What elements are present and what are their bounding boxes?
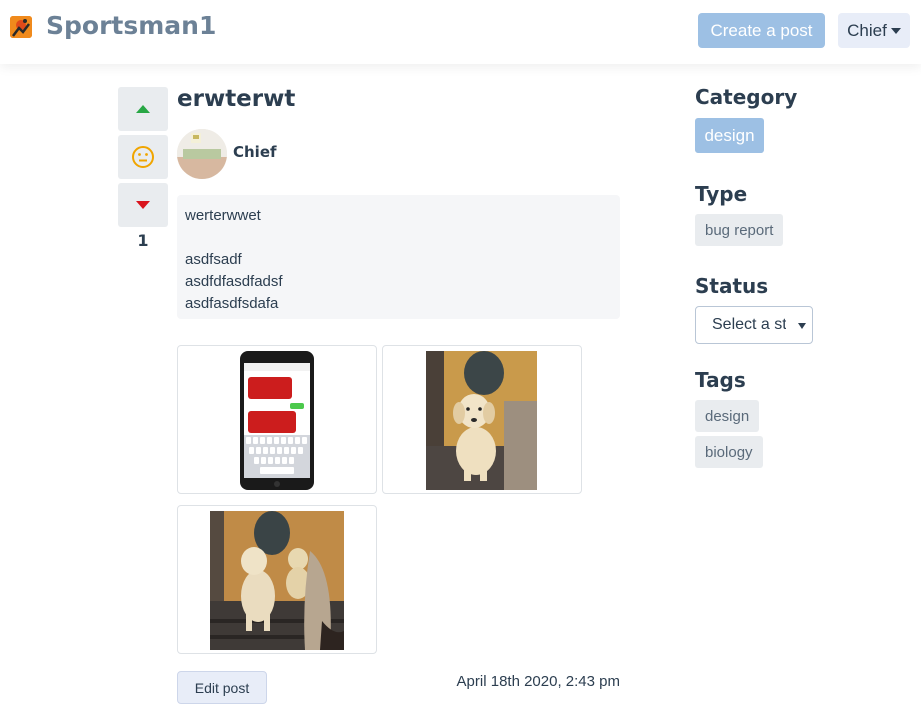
chevron-down-icon — [798, 323, 806, 329]
body-line: asdfsadf — [185, 251, 242, 268]
phone-screenshot-image — [240, 351, 314, 490]
downvote-button[interactable] — [118, 183, 168, 227]
author-name[interactable]: Chief — [233, 143, 277, 161]
tag-badge[interactable]: design — [695, 400, 760, 432]
category-badge[interactable]: design — [695, 118, 764, 153]
body-line: werterwwet — [185, 207, 261, 224]
tags-heading: Tags — [695, 368, 746, 392]
type-badge: bug report — [695, 214, 784, 246]
neutral-vote-button[interactable] — [118, 135, 168, 179]
status-select-value: Select a status — [712, 316, 786, 333]
navbar: Sportsman1 Create a post Chief — [0, 0, 921, 64]
attachment-phone-screenshot[interactable] — [177, 345, 377, 494]
body-line: asdfasdfsdafa — [185, 295, 279, 312]
brand-name[interactable]: Sportsman1 — [46, 11, 216, 40]
tag-badge[interactable]: biology — [695, 436, 763, 468]
status-heading: Status — [695, 274, 769, 298]
vote-count: 1 — [137, 231, 149, 250]
sportsman-logo-icon[interactable] — [10, 16, 32, 38]
status-select[interactable]: Select a status — [695, 306, 813, 344]
attachment-puppy-photo[interactable] — [382, 345, 582, 494]
user-menu-label: Chief — [847, 20, 887, 40]
caret-down-icon — [890, 27, 901, 34]
user-menu-button[interactable]: Chief — [838, 13, 910, 48]
post-timestamp: April 18th 2020, 2:43 pm — [456, 673, 620, 690]
post-body: werterwwet asdfsadf asdfdfasdfadsf asdfa… — [177, 195, 620, 319]
post-title: erwterwt — [177, 86, 296, 112]
puppy-photo-image — [426, 351, 537, 490]
avatar[interactable] — [177, 129, 227, 179]
body-line — [185, 227, 612, 249]
category-heading: Category — [695, 85, 798, 109]
two-dogs-photo-image — [210, 511, 344, 650]
arrow-up-icon — [136, 105, 150, 113]
neutral-face-icon — [132, 146, 154, 168]
body-line: asdfdfasdfadsf — [185, 273, 283, 290]
create-post-button[interactable]: Create a post — [698, 13, 825, 48]
edit-post-button[interactable]: Edit post — [177, 671, 267, 704]
arrow-down-icon — [136, 201, 150, 209]
type-heading: Type — [695, 182, 748, 206]
attachment-two-dogs-photo[interactable] — [177, 505, 377, 654]
upvote-button[interactable] — [118, 87, 168, 131]
